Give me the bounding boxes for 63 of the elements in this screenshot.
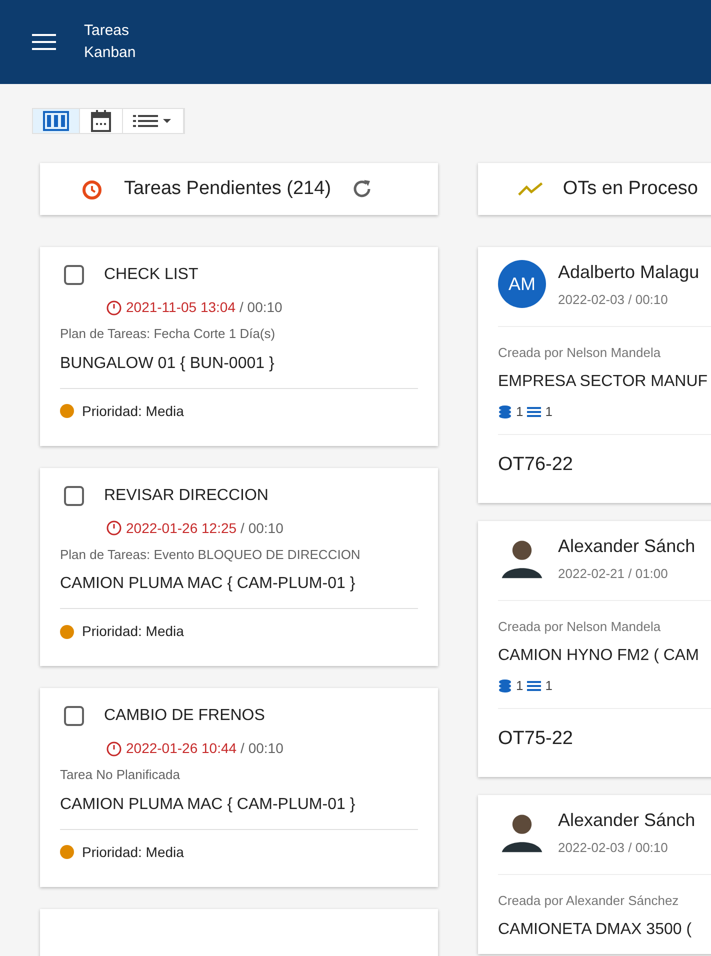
- calendar-icon: [90, 109, 112, 133]
- order-date: 2022-02-21 / 01:00: [558, 565, 669, 583]
- order-code: OT75-22: [498, 726, 574, 750]
- order-code: OT76-22: [498, 452, 574, 476]
- trend-line-icon: [518, 181, 543, 197]
- order-card[interactable]: AM Adalberto Malagu 2022-02-03 / 00:10 Creada por Nelson Mandela EMPRESA SECTOR MANUF 1 1 OT76-22: [478, 247, 711, 503]
- task-count: 1: [545, 403, 552, 421]
- asset-name: CAMIONETA DMAX 3500 (: [498, 920, 693, 940]
- list-icon: [527, 680, 542, 692]
- column-title: OTs en Proceso: [562, 176, 698, 201]
- app-title: Kanban: [84, 43, 136, 63]
- checkbox[interactable]: [64, 265, 84, 285]
- priority-label: Prioridad: Media: [82, 402, 184, 420]
- due-date: 2022-01-26 10:44: [126, 739, 237, 758]
- clock-icon: [106, 740, 122, 756]
- stack-icon: [498, 404, 512, 419]
- task-title: REVISAR DIRECCION: [104, 486, 268, 506]
- view-toggle-button[interactable]: [33, 109, 80, 133]
- assignee-name: Adalberto Malagu: [558, 261, 700, 284]
- asset-name: CAMION PLUMA MAC { CAM-PLUM-01 }: [60, 792, 418, 830]
- asset-name: CAMION HYNO FM2 ( CAM: [498, 646, 700, 666]
- stock-count: 1: [516, 403, 524, 421]
- duration: / 00:10: [240, 518, 284, 538]
- task-title: CAMBIO DE FRENOS: [104, 706, 265, 726]
- order-date: 2022-02-03 / 00:10: [558, 291, 669, 309]
- app-title: Tareas: [84, 21, 130, 41]
- clock-icon: [106, 300, 122, 316]
- task-card[interactable]: CAMBIO DE FRENOS 2022-01-26 10:44 / 00:10 Tarea No Planificada CAMION PLUMA MAC { CAM-PLUM-01 } Prioridad: Media: [40, 688, 438, 886]
- priority-label: Prioridad: Media: [82, 622, 184, 641]
- order-date: 2022-02-03 / 00:10: [558, 839, 669, 857]
- duration: / 00:10: [240, 298, 282, 317]
- task-count: 1: [545, 677, 552, 695]
- stack-icon: [498, 678, 512, 693]
- order-card[interactable]: Alexander Sánch 2022-02-21 / 01:00 Creada por Nelson Mandela CAMION HYNO FM2 ( CAM 1 1 OT75-22: [478, 521, 711, 777]
- duration: / 00:10: [240, 739, 284, 758]
- task-origin: Plan de Tareas: Evento BLOQUEO DE DIRECCION: [60, 546, 362, 564]
- task-card[interactable]: REVISAR DIRECCION 2022-01-26 12:25 / 00:10 Plan de Tareas: Evento BLOQUEO DE DIRECCION CAMION PLUMA MAC { CAM-PLUM-01 } Prioridad: Media: [40, 468, 438, 666]
- due-date: 2022-01-26 12:25: [126, 518, 237, 538]
- list-icon: [527, 406, 542, 418]
- creator-label: Creada por Nelson Mandela: [498, 618, 662, 636]
- checkbox[interactable]: [64, 486, 84, 506]
- assignee-name: Alexander Sánch: [558, 809, 696, 832]
- column-title: Tareas Pendientes (214): [124, 176, 332, 201]
- task-origin: Tarea No Planificada: [60, 766, 181, 784]
- task-origin: Plan de Tareas: Fecha Corte 1 Día(s): [60, 325, 276, 343]
- stock-count: 1: [516, 677, 524, 695]
- task-title: CHECK LIST: [104, 265, 198, 285]
- due-date: 2021-11-05 13:04: [126, 298, 236, 317]
- order-card[interactable]: Alexander Sánch 2022-02-03 / 00:10 Creada por Alexander Sánchez CAMIONETA DMAX 3500 (: [478, 795, 711, 954]
- creator-label: Creada por Nelson Mandela: [498, 344, 662, 362]
- priority-label: Prioridad: Media: [82, 842, 184, 862]
- asset-name: BUNGALOW 01 { BUN-0001 }: [60, 352, 418, 388]
- creator-label: Creada por Alexander Sánchez: [498, 892, 680, 910]
- assignee-name: Alexander Sánch: [558, 535, 696, 558]
- checkbox[interactable]: [64, 706, 84, 726]
- task-card[interactable]: CHECK LIST 2021-11-05 13:04 / 00:10 Plan de Tareas: Fecha Corte 1 Día(s) BUNGALOW 01 { BUN-0001 } Prioridad: Media: [40, 247, 438, 446]
- menu-icon[interactable]: [32, 33, 56, 51]
- columns-icon: [43, 111, 69, 131]
- avatar: AM: [498, 260, 546, 308]
- asset-name: EMPRESA SECTOR MANUF: [498, 372, 709, 392]
- list-icon: [133, 113, 173, 129]
- clock-icon: [106, 520, 122, 536]
- asset-name: CAMION PLUMA MAC { CAM-PLUM-01 }: [60, 572, 418, 609]
